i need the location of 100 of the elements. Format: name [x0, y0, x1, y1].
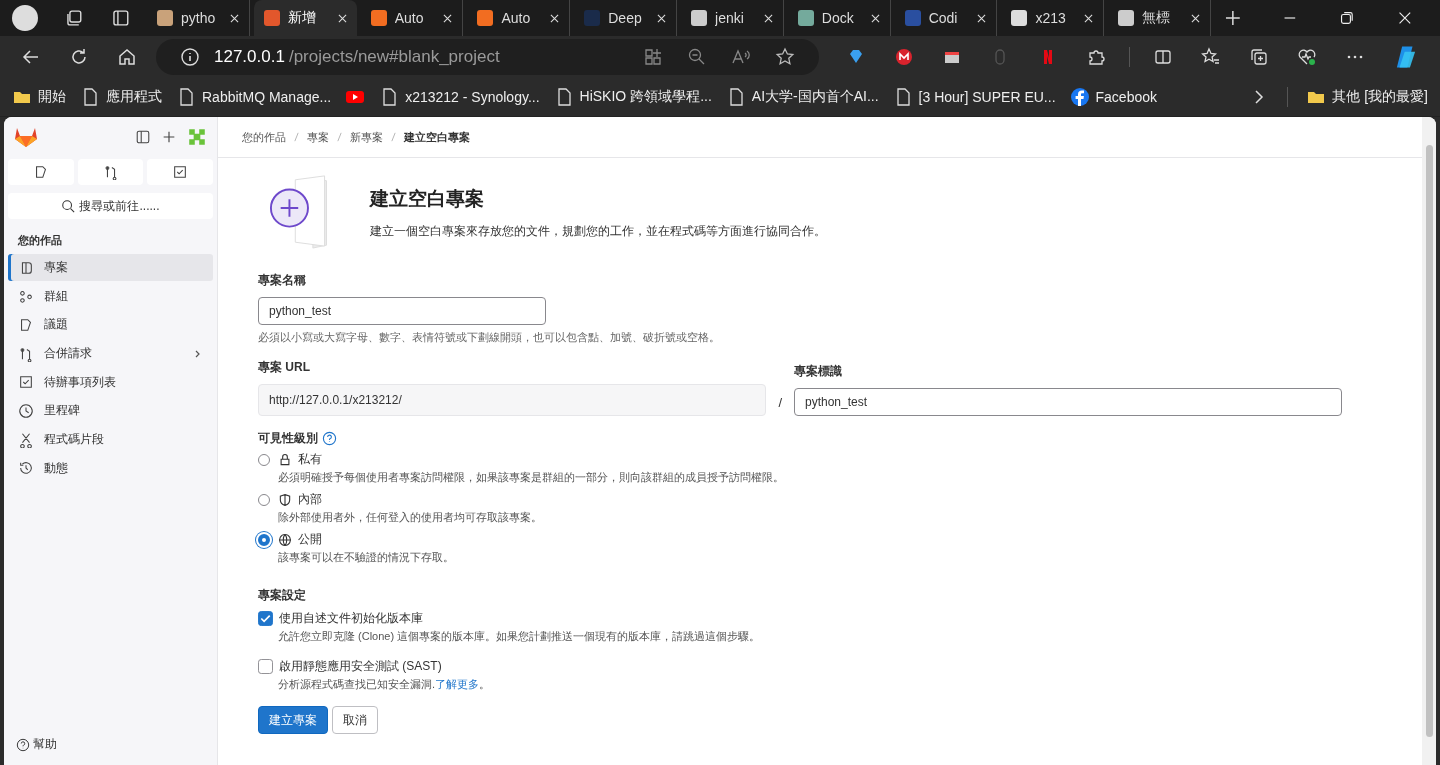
help-button[interactable]: 幫助 — [16, 736, 57, 753]
option-description: 除外部使用者外，任何登入的使用者均可存取該專案。 — [278, 510, 543, 525]
create-project-button[interactable]: 建立專案 — [258, 706, 328, 734]
bookmark[interactable]: AI大学-国内首个AI... — [725, 87, 879, 107]
close-tab-icon[interactable] — [1084, 13, 1094, 23]
menu-item-icon — [18, 345, 34, 362]
breadcrumb-separator-icon — [391, 132, 396, 142]
menu-item-icon — [18, 374, 34, 391]
sidebar-item[interactable]: 合併請求 — [8, 340, 213, 368]
project-url-field[interactable]: http://127.0.0.1/x213212/ — [258, 384, 767, 416]
home-icon[interactable] — [117, 47, 137, 67]
bookmark[interactable]: HiSKIO 跨領域學程... — [553, 87, 712, 107]
help-icon — [16, 737, 30, 752]
checkbox-icon — [172, 164, 189, 180]
browser-tab[interactable]: pytho — [147, 0, 250, 36]
refresh-icon[interactable] — [69, 47, 89, 67]
url-separator: / — [778, 395, 782, 412]
field-label: 專案標識 — [794, 363, 843, 380]
checkbox[interactable] — [258, 611, 273, 626]
help-icon[interactable] — [322, 431, 337, 446]
puzzle-icon[interactable] — [1086, 47, 1107, 67]
close-tab-icon[interactable] — [229, 13, 239, 23]
option-label: 啟用靜態應用安全測試 (SAST) — [279, 658, 442, 675]
radio-button[interactable] — [258, 533, 270, 546]
breadcrumb-separator-icon — [337, 132, 342, 142]
m-badge-icon[interactable] — [894, 47, 915, 67]
bookmark[interactable]: 應用程式 — [80, 87, 162, 107]
address-bar[interactable]: 127.0.0.1 /projects/new#blank_project — [156, 39, 820, 75]
bookmark[interactable]: 開始 — [12, 87, 66, 107]
close-tab-icon[interactable] — [870, 13, 880, 23]
close-tab-icon[interactable] — [657, 13, 667, 23]
browser-tab[interactable]: Auto — [467, 0, 571, 36]
split-screen-icon[interactable] — [1153, 47, 1173, 67]
f-logo-icon — [1069, 87, 1090, 107]
merge-requests-button[interactable] — [77, 159, 144, 185]
star-icon[interactable] — [775, 47, 796, 67]
browser-tab[interactable]: Auto — [360, 0, 464, 36]
browser-tab[interactable]: 新增 — [253, 0, 357, 36]
info-icon[interactable] — [180, 47, 200, 67]
issues-button[interactable] — [8, 159, 74, 185]
option-description: 該專案可以在不驗證的情況下存取。 — [278, 550, 455, 565]
profile-avatar[interactable] — [12, 5, 38, 31]
browser-tab[interactable]: 無標 — [1108, 0, 1211, 36]
project-name-field[interactable]: python_test — [258, 297, 546, 325]
menu-item-icon — [18, 316, 34, 333]
bookmark[interactable]: x213212 - Synology... — [379, 87, 540, 107]
sidebar-item[interactable]: 議題 — [8, 311, 213, 339]
close-tab-icon[interactable] — [550, 13, 560, 23]
project-slug-field[interactable]: python_test — [794, 388, 1342, 416]
option-label: 公開 — [298, 531, 322, 548]
learn-more-link[interactable]: 了解更多 — [435, 678, 480, 690]
bookmark[interactable]: Facebook — [1069, 87, 1157, 107]
sidebar-item[interactable]: 專案 — [8, 254, 213, 281]
menu-item-icon — [18, 460, 34, 477]
menu-item-icon — [18, 431, 34, 448]
bookmark[interactable]: RabbitMQ Manage... — [176, 87, 332, 107]
browser-tab[interactable]: Dock — [787, 0, 891, 36]
app-grid-icon[interactable] — [643, 47, 664, 67]
todo-button[interactable] — [147, 159, 213, 185]
close-tab-icon[interactable] — [763, 13, 773, 23]
menu-item-icon — [18, 288, 34, 305]
search-button[interactable]: 搜尋或前往...... — [8, 193, 213, 219]
sidebar-item[interactable]: 待辦事項列表 — [8, 368, 213, 396]
field-label: 專案名稱 — [258, 272, 307, 289]
health-icon[interactable] — [1297, 47, 1317, 67]
close-tab-icon[interactable] — [337, 13, 347, 23]
breadcrumb-link[interactable]: 專案 — [307, 129, 329, 145]
field-label: 可見性級別 — [258, 430, 318, 447]
browser-tab[interactable]: jenki — [681, 0, 784, 36]
browser-tab[interactable]: Deep — [574, 0, 678, 36]
url-host: 127.0.0.1 — [214, 47, 285, 67]
scrollbar[interactable] — [1422, 117, 1436, 765]
favorites-icon[interactable] — [1201, 47, 1221, 67]
sidebar-item[interactable]: 里程碑 — [8, 397, 213, 425]
plus-icon[interactable] — [161, 129, 177, 145]
bookmark-folder[interactable]: 其他 [我的最愛] — [1306, 87, 1428, 107]
breadcrumb-link[interactable]: 建立空白專案 — [404, 129, 470, 145]
section-heading: 您的作品 — [18, 233, 63, 248]
section-heading: 專案設定 — [258, 587, 307, 604]
radio-button[interactable] — [258, 453, 270, 466]
breadcrumb-link[interactable]: 新專案 — [350, 129, 383, 145]
new-tab-icon[interactable] — [1223, 8, 1243, 28]
option-label: 內部 — [298, 491, 322, 508]
close-tab-icon[interactable] — [977, 13, 987, 23]
browser-tab[interactable]: x213 — [1001, 0, 1105, 36]
fox-logo-icon[interactable] — [14, 126, 38, 148]
checkbox[interactable] — [258, 659, 273, 674]
radio-button[interactable] — [258, 493, 270, 506]
bookmark[interactable]: [3 Hour] SUPER EU... — [892, 87, 1056, 107]
breadcrumb-link[interactable]: 您的作品 — [242, 129, 286, 145]
sidebar-toggle-icon[interactable] — [135, 129, 151, 145]
visibility-icon — [278, 492, 292, 507]
cancel-button[interactable]: 取消 — [332, 706, 378, 734]
sidebar-item[interactable]: 程式碼片段 — [8, 426, 213, 454]
close-tab-icon[interactable] — [1191, 13, 1200, 23]
sidebar-item[interactable]: 動態 — [8, 454, 213, 482]
browser-tab[interactable]: Codi — [894, 0, 998, 36]
close-tab-icon[interactable] — [443, 13, 453, 23]
collections-icon[interactable] — [1249, 47, 1269, 67]
sidebar-item[interactable]: 群組 — [8, 282, 213, 310]
